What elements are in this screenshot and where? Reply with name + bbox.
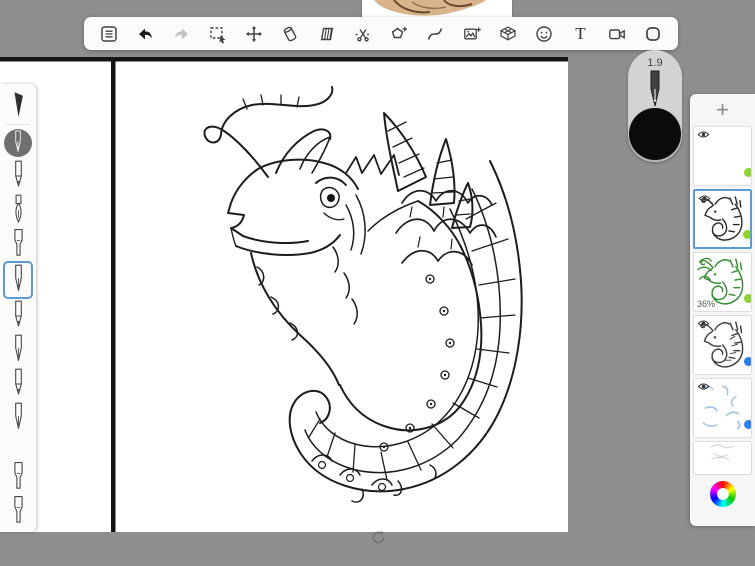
- perspective-grid-icon: [499, 25, 517, 41]
- cut-icon: [355, 28, 371, 41]
- layer-color-tag[interactable]: [744, 357, 751, 366]
- eraser-button[interactable]: [277, 21, 303, 47]
- pencil-icon: [14, 160, 22, 187]
- layer-visibility-eye-icon[interactable]: [698, 194, 711, 203]
- shape-tool-icon: [391, 26, 408, 38]
- ink-pen-icon: [14, 334, 22, 361]
- menu-icon: [101, 25, 117, 42]
- brush-sidebar: [0, 84, 36, 532]
- current-color-swatch[interactable]: [629, 108, 681, 160]
- undo-button[interactable]: [132, 21, 158, 47]
- canvas-rotate-button[interactable]: [370, 529, 387, 546]
- marker-2-icon: [13, 462, 23, 489]
- move-icon: [246, 25, 263, 42]
- redo-button[interactable]: [169, 21, 195, 47]
- text-tool-icon: T: [575, 23, 586, 43]
- tool-marker-2[interactable]: [3, 460, 33, 494]
- redo-icon: [174, 28, 188, 39]
- sticker-icon: [536, 25, 552, 42]
- video-record-icon: [608, 28, 625, 39]
- main-toolbar: T: [84, 17, 678, 50]
- layers-panel: + 36%: [690, 94, 755, 526]
- marker-icon: [13, 229, 23, 256]
- layer-thumbnail-faint-sketch: [710, 444, 734, 460]
- stroke-curve-icon: [428, 27, 443, 40]
- mask-shape-icon: [646, 26, 660, 41]
- active-pen-icon: [15, 130, 21, 152]
- fill-pattern-icon: [320, 27, 333, 40]
- layer-item-3[interactable]: 36%: [693, 252, 752, 312]
- app-screen: T 1.9 + 36%: [0, 0, 755, 566]
- brush-size-label: 1.9: [647, 57, 663, 69]
- eraser-icon: [283, 26, 297, 41]
- layer-visibility-eye-icon[interactable]: [697, 382, 710, 391]
- pencil-3-icon: [14, 368, 22, 395]
- mask-shape-button[interactable]: [640, 21, 666, 47]
- rotate-icon: [372, 530, 385, 544]
- layer-opacity-label: 36%: [697, 299, 716, 309]
- add-layer-button[interactable]: +: [690, 94, 755, 126]
- layer-item-4[interactable]: [693, 315, 752, 375]
- import-image-button[interactable]: [459, 21, 485, 47]
- layer-item-6[interactable]: [693, 441, 752, 475]
- brush-preview[interactable]: 1.9: [628, 50, 682, 162]
- menu-button[interactable]: [96, 21, 122, 47]
- page-border-horizontal: [0, 57, 568, 62]
- page-border-vertical: [111, 57, 116, 532]
- undo-icon: [139, 28, 153, 39]
- import-image-icon: [463, 26, 481, 39]
- layer-item-2-selected[interactable]: [693, 189, 752, 249]
- layer-color-tag[interactable]: [744, 420, 751, 429]
- tool-active-pen[interactable]: [4, 129, 32, 157]
- canvas[interactable]: [0, 57, 568, 532]
- text-tool-button[interactable]: T: [567, 21, 593, 47]
- tool-airbrush[interactable]: [3, 88, 33, 122]
- perspective-grid-button[interactable]: [495, 21, 521, 47]
- dragon-line-art: [0, 57, 568, 532]
- tool-pencil-2[interactable]: [3, 299, 33, 333]
- stroke-curve-button[interactable]: [422, 21, 448, 47]
- tool-marker[interactable]: [3, 227, 33, 261]
- move-button[interactable]: [241, 21, 267, 47]
- layer-visibility-eye-icon[interactable]: [697, 130, 710, 139]
- rect-select-icon: [210, 26, 226, 43]
- sticker-button[interactable]: [531, 21, 557, 47]
- tool-pencil-3[interactable]: [3, 367, 33, 401]
- nib-pen-icon: [14, 402, 22, 429]
- pencil-2-icon: [14, 300, 22, 327]
- marker-3-icon: [13, 496, 23, 523]
- shape-tool-button[interactable]: [386, 21, 412, 47]
- rect-select-button[interactable]: [205, 21, 231, 47]
- tool-nib-pen[interactable]: [3, 401, 33, 435]
- sidebar-divider: [6, 124, 30, 125]
- fountain-pen-icon: [14, 264, 22, 291]
- tool-fountain-pen-selected[interactable]: [3, 261, 33, 299]
- tool-ink-pen[interactable]: [3, 333, 33, 367]
- layer-visibility-eye-icon[interactable]: [697, 319, 710, 328]
- fill-pattern-button[interactable]: [314, 21, 340, 47]
- layer-color-tag[interactable]: [744, 168, 751, 177]
- layer-item-1[interactable]: [693, 126, 752, 186]
- tool-pencil[interactable]: [3, 159, 33, 193]
- tool-marker-3[interactable]: [3, 494, 33, 528]
- tool-paint-brush[interactable]: [3, 193, 33, 227]
- video-record-button[interactable]: [604, 21, 630, 47]
- paint-brush-icon: [14, 194, 22, 223]
- layer-color-tag[interactable]: [744, 294, 751, 303]
- layer-color-tag[interactable]: [743, 230, 750, 239]
- layer-item-5[interactable]: [693, 378, 752, 438]
- cut-button[interactable]: [350, 21, 376, 47]
- airbrush-icon: [14, 92, 23, 117]
- color-wheel-button[interactable]: [709, 481, 736, 507]
